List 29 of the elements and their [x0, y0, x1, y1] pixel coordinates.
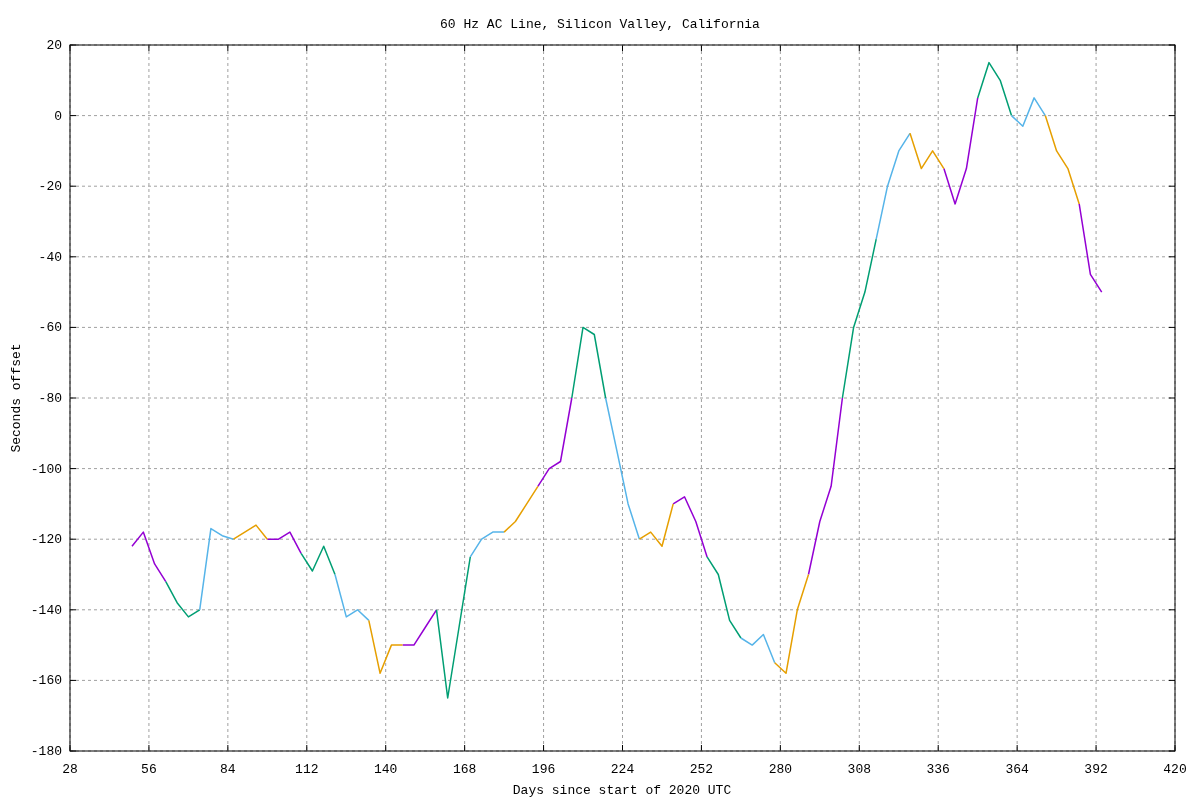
- tick-label: 420: [1163, 762, 1187, 777]
- tick-label: 20: [46, 38, 62, 53]
- tick-label: 336: [926, 762, 950, 777]
- tick-label: 28: [62, 762, 78, 777]
- tick-label: -40: [38, 249, 62, 265]
- tick-label: -140: [30, 602, 62, 618]
- tick-label: 224: [610, 762, 635, 777]
- axis-label: Seconds offset: [9, 343, 24, 453]
- tick-label: 252: [689, 762, 714, 777]
- tick-label: 196: [531, 762, 556, 777]
- tick-label: 308: [847, 762, 871, 777]
- tick-label: -60: [38, 320, 62, 336]
- tick-label: -180: [30, 744, 62, 759]
- tick-label: -80: [38, 391, 62, 406]
- tick-label: -120: [30, 532, 62, 548]
- tick-label: 392: [1084, 762, 1108, 777]
- tick-label: 84: [220, 762, 236, 777]
- tick-label: -100: [30, 461, 62, 477]
- tick-label: -20: [38, 179, 62, 195]
- tick-label: 280: [768, 762, 793, 777]
- tick-label: 112: [295, 762, 319, 777]
- tick-label: 364: [1005, 762, 1029, 777]
- tick-label: -160: [30, 673, 62, 689]
- tick-label: 140: [374, 762, 398, 777]
- tick-label: 56: [141, 762, 157, 777]
- axis-label: Days since start of 2020 UTC: [512, 783, 732, 798]
- tick-label: 0: [54, 108, 62, 124]
- tick-label: 168: [452, 762, 477, 777]
- chart-title: 60 Hz AC Line, Silicon Valley, California: [440, 17, 760, 32]
